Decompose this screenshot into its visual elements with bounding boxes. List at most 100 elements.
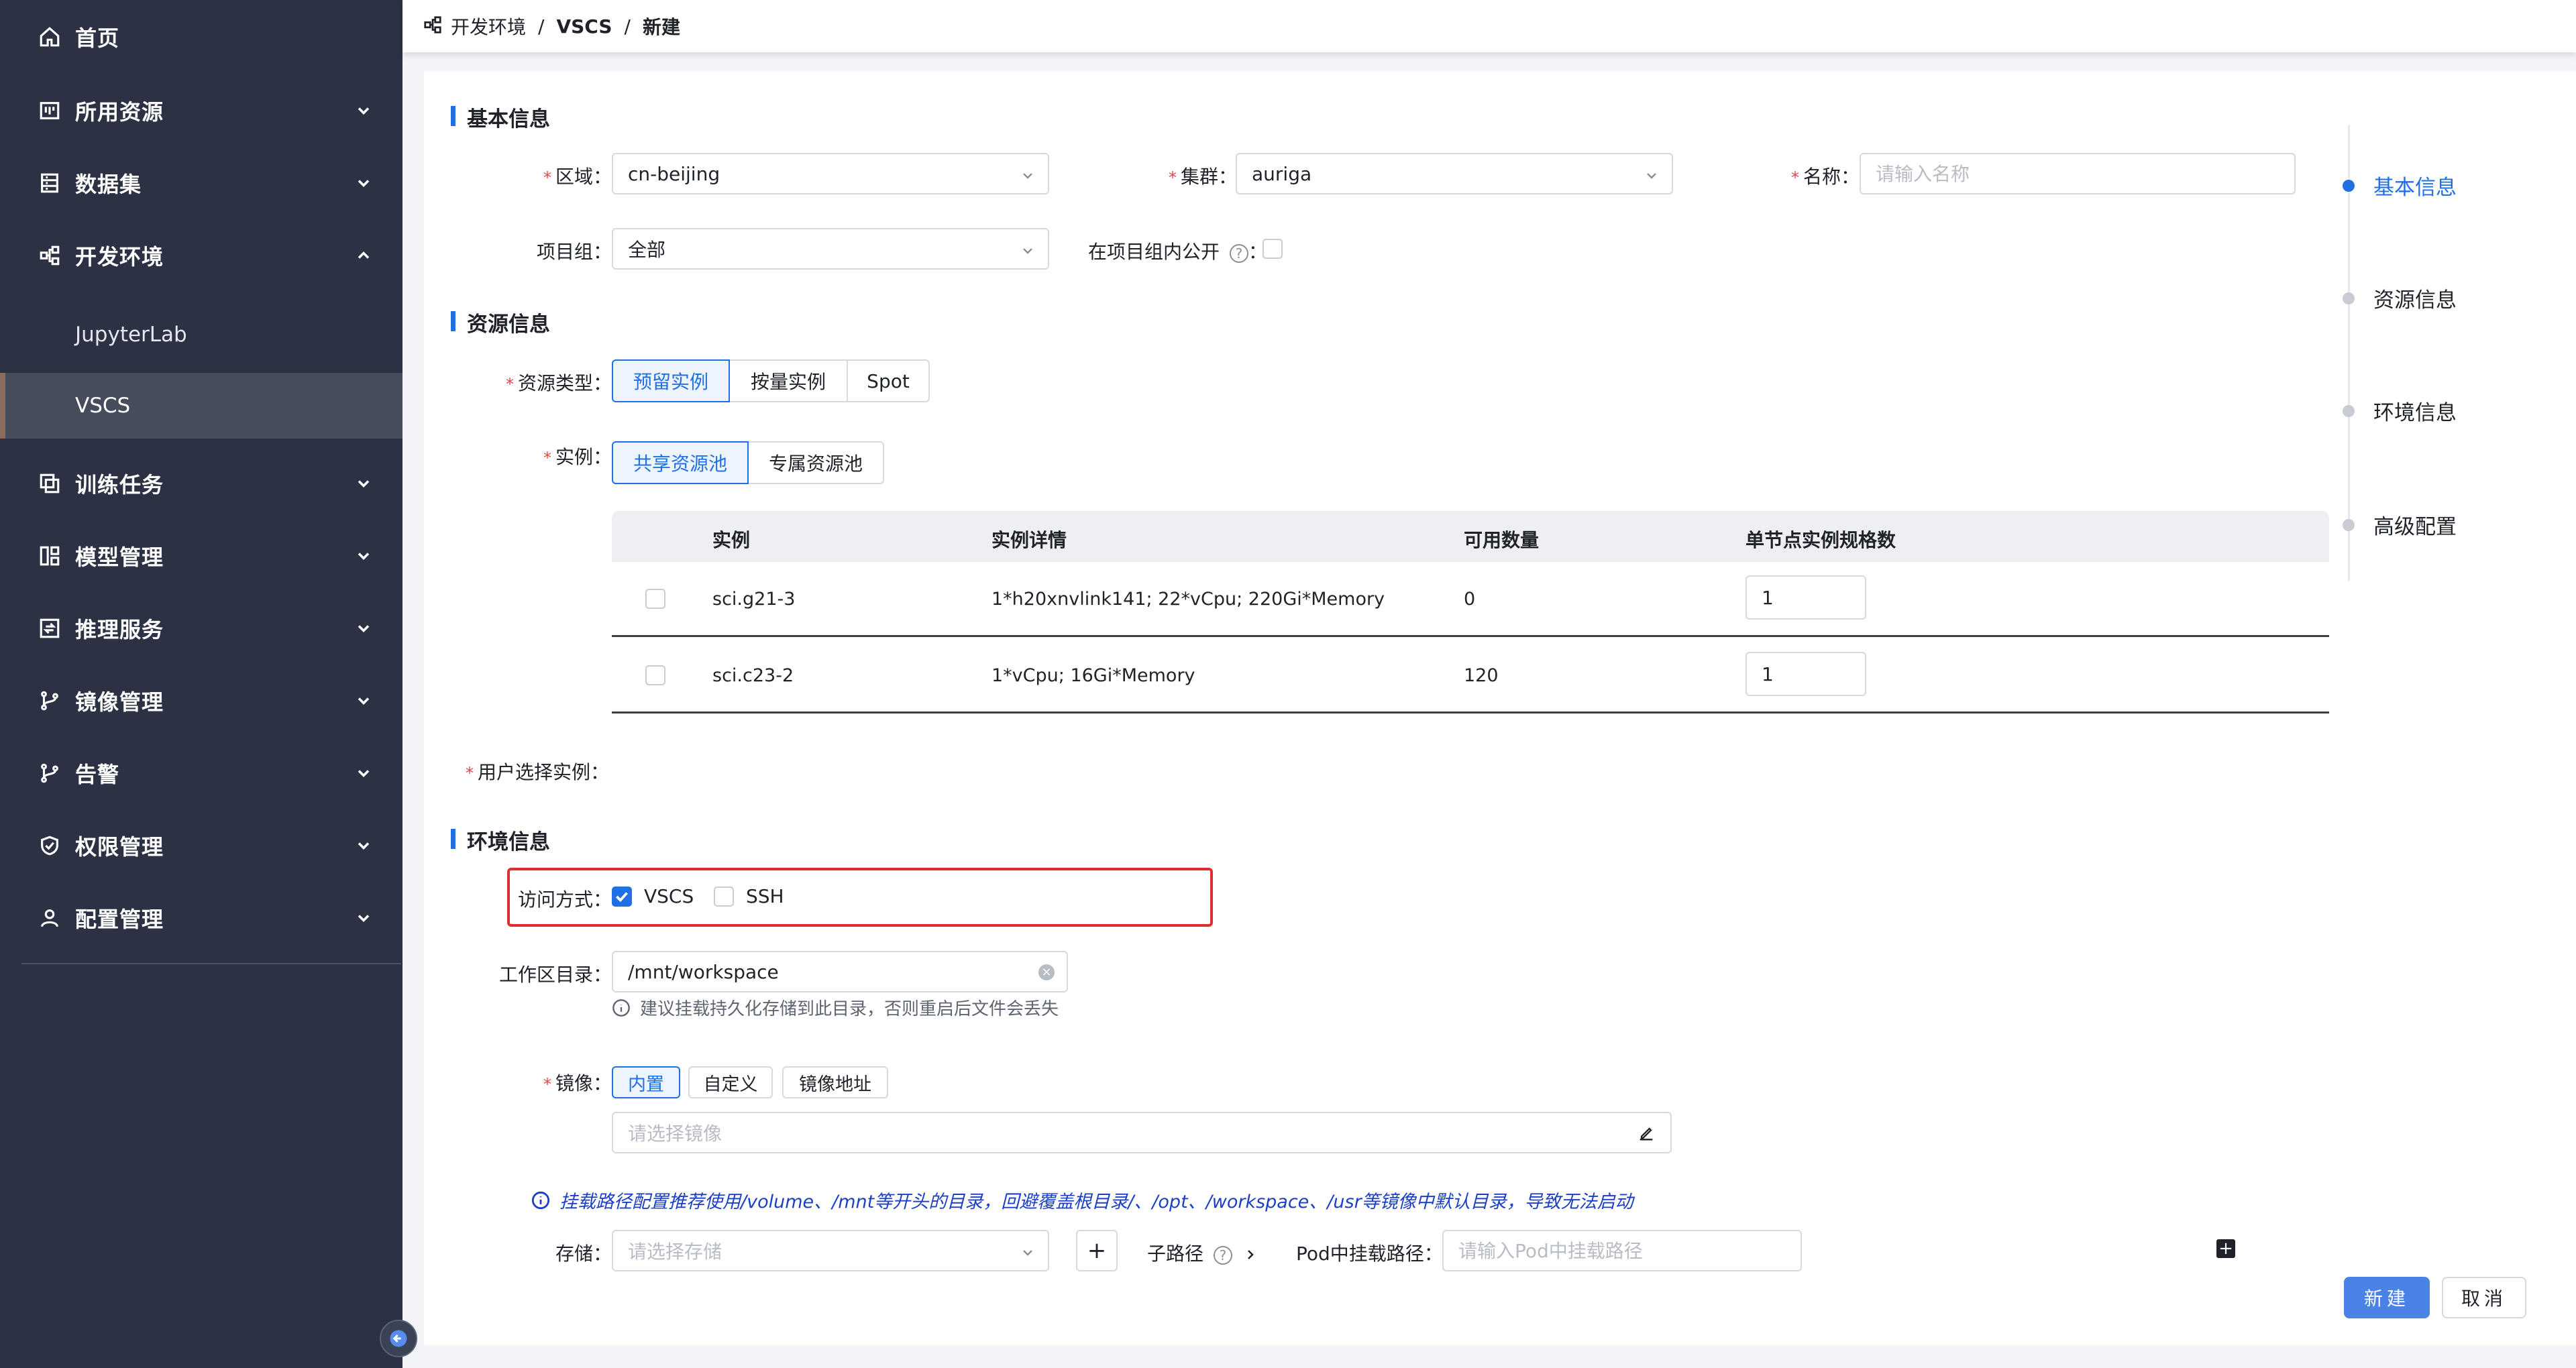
chevron-down-icon [354,174,373,192]
add-mount-icon[interactable]: + [2216,1239,2235,1258]
clear-icon[interactable]: × [1038,964,1055,980]
pool-dedicated[interactable]: 专属资源池 [747,441,884,484]
sidebar-item-datasets[interactable]: 数据集 [0,154,402,212]
sidebar-item-alarms[interactable]: 告警 [0,744,402,802]
row-instance-name: sci.g21-3 [712,589,796,610]
breadcrumb-separator: / [538,15,545,38]
dev-env-icon [423,15,443,38]
resource-type-group: 预留实例 按量实例 Spot [612,359,930,402]
row-instance-detail: 1*vCpu; 16Gi*Memory [991,665,1195,686]
chevron-down-icon [354,474,373,493]
create-button[interactable]: 新建 [2344,1277,2430,1318]
step-advanced[interactable]: 高级配置 [2339,510,2457,540]
pod-path-input[interactable] [1442,1230,1802,1271]
sidebar-item-label: 模型管理 [75,545,164,570]
region-select-value: cn-beijing [628,162,720,185]
resource-type-spot[interactable]: Spot [847,359,930,402]
table-row[interactable]: sci.g21-3 1*h20xnvlink141; 22*vCpu; 220G… [612,562,2329,637]
help-circle-icon[interactable]: ? [1229,244,1248,263]
workdir-input[interactable]: /mnt/workspace × [612,951,1068,992]
public-checkbox[interactable] [1263,239,1283,259]
row-checkbox[interactable] [645,589,665,609]
table-header-spec: 单节点实例规格数 [1746,529,1896,551]
section-title-resource: 资源信息 [451,307,550,337]
access-vscs-checkbox[interactable] [612,887,632,907]
help-circle-icon[interactable]: ? [1213,1246,1232,1265]
image-branch-icon [38,689,62,713]
cluster-select-value: auriga [1252,162,1312,185]
image-option-custom[interactable]: 自定义 [688,1066,773,1098]
arrow-left-icon [390,1330,407,1347]
instance-table-header: 实例 实例详情 可用数量 单节点实例规格数 [612,511,2329,562]
table-header-instance: 实例 [712,529,751,551]
sidebar-item-models[interactable]: 模型管理 [0,527,402,585]
sidebar-sub-item-jupyterlab[interactable]: JupyterLab [0,302,402,367]
sidebar-item-resources[interactable]: 所用资源 [0,82,402,139]
image-option-address[interactable]: 镜像地址 [782,1066,888,1098]
sidebar-item-label: 推理服务 [75,617,164,642]
resource-type-reserved[interactable]: 预留实例 [612,359,730,402]
user-selected-instance-label: * 用户选择实例： [466,761,610,783]
breadcrumb-vscs[interactable]: VSCS [556,15,612,38]
storage-select-placeholder: 请选择存储 [628,1241,722,1263]
step-resource[interactable]: 资源信息 [2339,283,2457,313]
region-select[interactable]: cn-beijing [612,153,1049,194]
image-select[interactable]: 请选择镜像 [612,1112,1672,1153]
row-checkbox[interactable] [645,665,665,685]
storage-label: 存储： [555,1243,612,1265]
step-basic[interactable]: 基本信息 [2339,170,2457,201]
step-dot [2343,518,2355,531]
storage-select[interactable]: 请选择存储 [612,1230,1049,1271]
alarm-branch-icon [38,761,62,785]
chevron-down-icon [1644,166,1660,182]
chevron-down-icon [354,836,373,855]
model-icon [38,544,62,568]
sidebar-item-config[interactable]: 配置管理 [0,889,402,947]
cluster-select[interactable]: auriga [1236,153,1673,194]
cancel-button[interactable]: 取消 [2442,1277,2526,1318]
inference-icon [38,616,62,640]
chevron-down-icon [354,547,373,565]
check-icon [616,892,628,903]
chevron-down-icon [354,691,373,710]
region-label: * 区域： [543,166,612,188]
project-select[interactable]: 全部 [612,228,1049,270]
workdir-hint: 建议挂载持久化存储到此目录，否则重启后文件会丢失 [612,995,1059,1020]
chevron-right-icon[interactable] [1242,1243,1258,1265]
row-spec-input[interactable]: 1 [1746,652,1866,696]
sidebar-item-label: 数据集 [75,172,142,197]
sidebar-item-permissions[interactable]: 权限管理 [0,817,402,874]
step-env[interactable]: 环境信息 [2339,396,2457,426]
section-title-basic: 基本信息 [451,102,550,132]
sidebar-item-training[interactable]: 训练任务 [0,455,402,512]
sidebar-collapse-button[interactable] [380,1320,417,1357]
image-label: * 镜像： [543,1072,612,1094]
pool-shared[interactable]: 共享资源池 [612,441,749,484]
name-input[interactable] [1860,153,2296,194]
user-icon [38,906,62,930]
subpath-label: 子路径 ? [1147,1239,1258,1266]
sidebar-item-images[interactable]: 镜像管理 [0,672,402,730]
breadcrumb-current: 新建 [642,16,680,38]
row-spec-input[interactable]: 1 [1746,575,1866,620]
sidebar-item-dev-env[interactable]: 开发环境 [0,227,402,284]
info-icon [531,1191,550,1209]
add-storage-button[interactable]: + [1076,1230,1118,1271]
pod-path-label: Pod中挂载路径： [1296,1243,1443,1265]
sidebar-item-inference[interactable]: 推理服务 [0,600,402,657]
sidebar-sub-item-label: JupyterLab [75,323,187,347]
resource-type-on-demand[interactable]: 按量实例 [729,359,848,402]
sidebar-sub-item-vscs[interactable]: VSCS [0,373,402,439]
chevron-down-icon [1020,1243,1036,1259]
image-option-builtin[interactable]: 内置 [612,1066,680,1098]
access-ssh-checkbox[interactable] [714,887,734,907]
table-row[interactable]: sci.c23-2 1*vCpu; 16Gi*Memory 120 1 [612,638,2329,714]
instance-label: * 实例： [543,446,612,468]
sidebar-item-home[interactable]: 首页 [0,8,402,66]
resource-icon [38,99,62,123]
edit-icon[interactable] [1637,1124,1656,1143]
mount-path-notice: 挂载路径配置推荐使用/volume、/mnt等开头的目录，回避覆盖根目录/、/o… [531,1187,1633,1213]
home-icon [38,25,62,49]
chevron-up-icon [354,246,373,265]
breadcrumb-dev-env[interactable]: 开发环境 [451,13,526,40]
